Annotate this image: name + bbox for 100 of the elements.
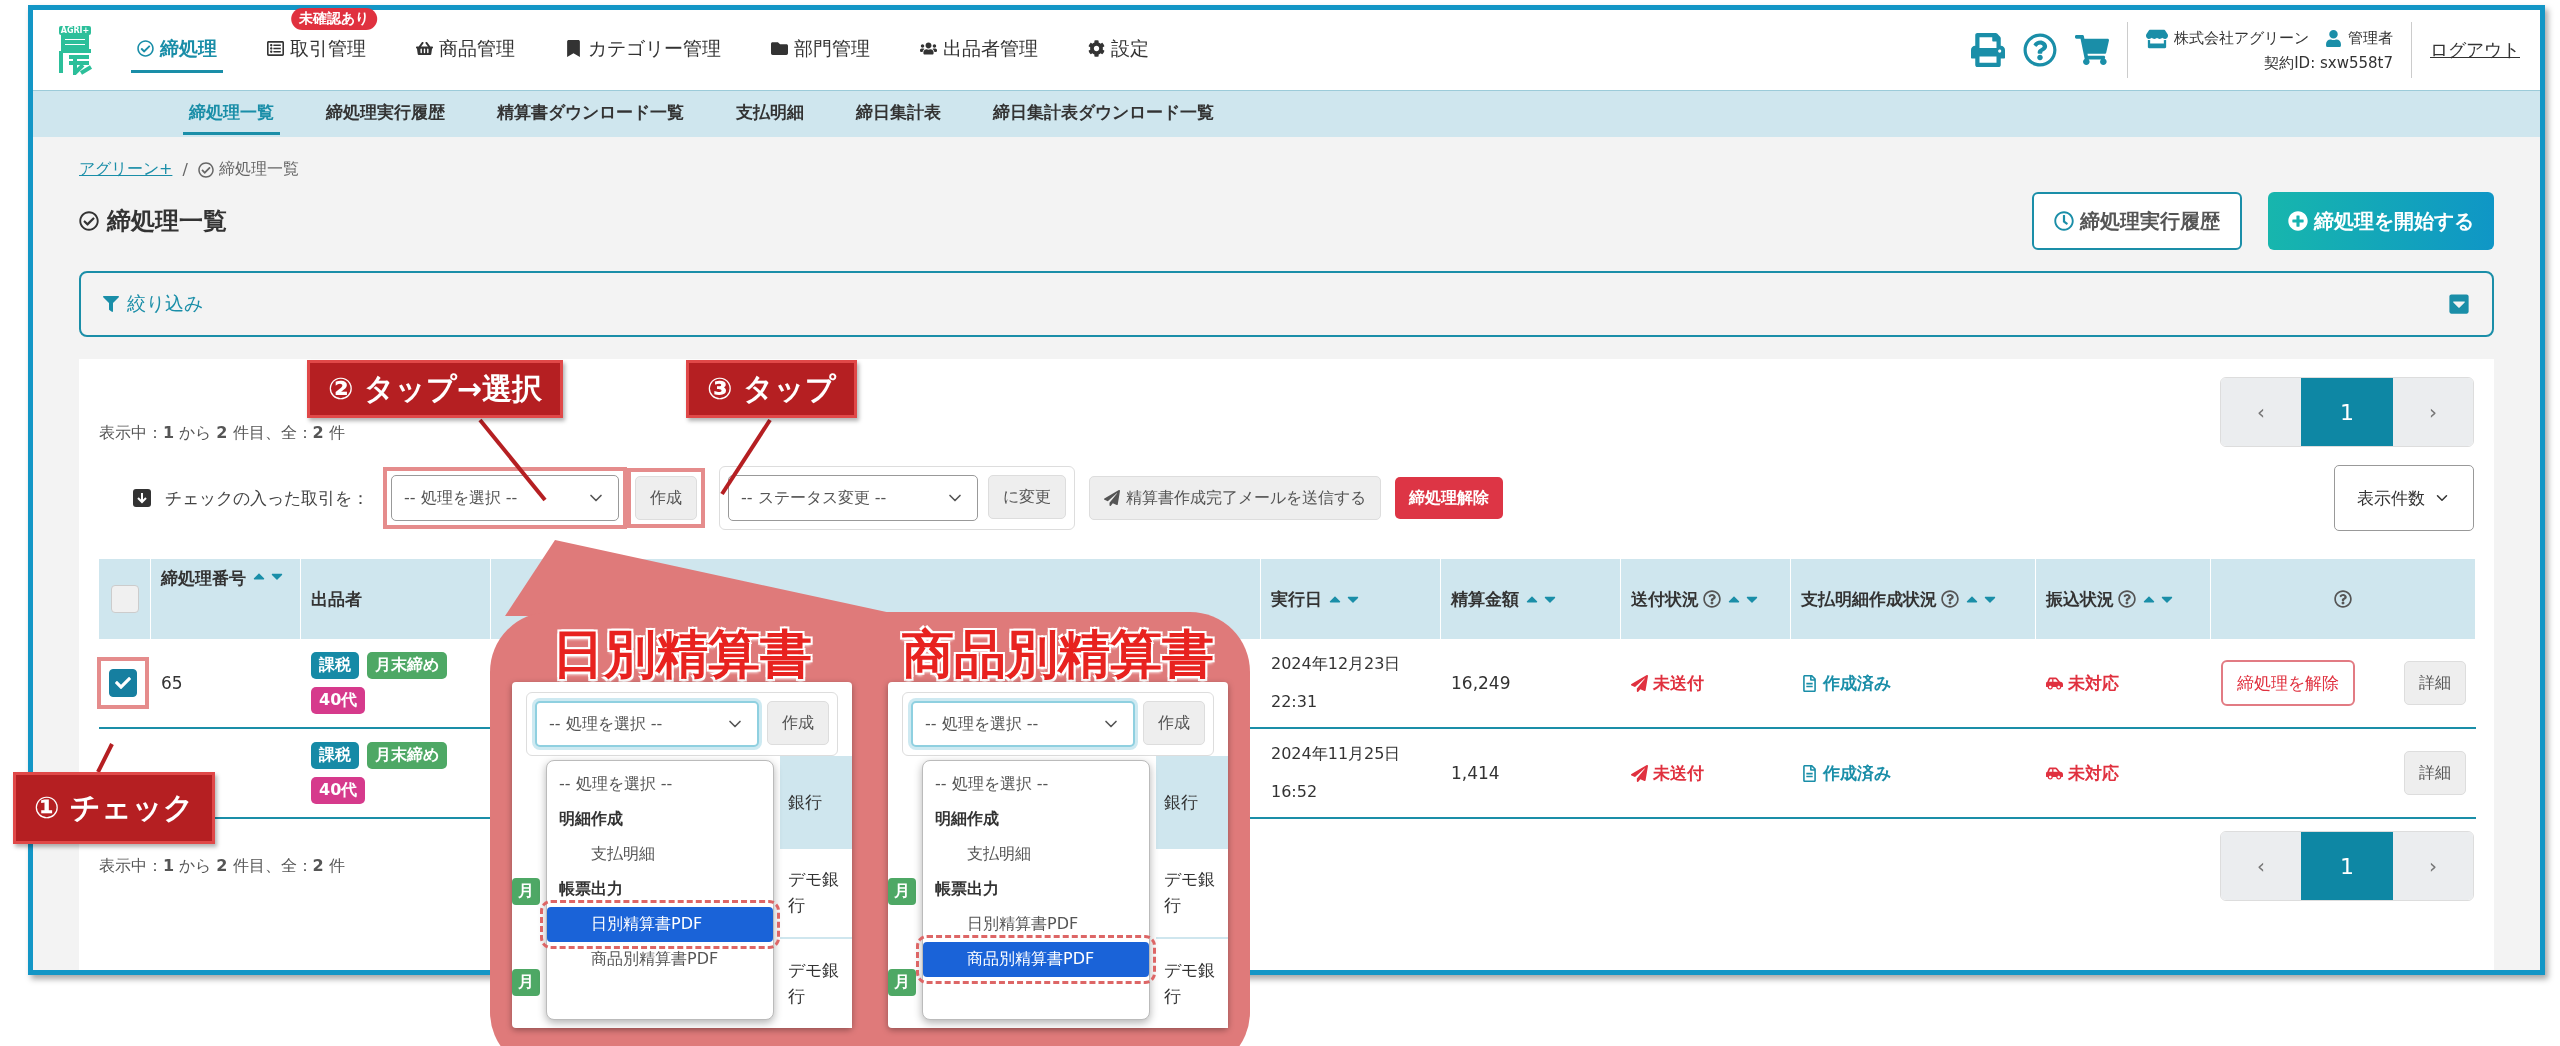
checkbox[interactable] (109, 669, 137, 697)
subnav-tab[interactable]: 締日集計表ダウンロード一覧 (987, 93, 1220, 135)
subnav-tab[interactable]: 締処理実行履歴 (320, 93, 451, 135)
option-group-label: 帳票出力 (558, 878, 624, 900)
page-title: 締処理一覧 (107, 206, 227, 237)
contract-id: 契約ID: sxw558t7 (2264, 53, 2393, 73)
per-page-select[interactable]: 表示件数 (2334, 465, 2474, 531)
apply-button[interactable]: に変更 (988, 475, 1066, 519)
page-button[interactable]: 1 (2301, 832, 2393, 900)
transfer-status: 未対応 (2046, 671, 2119, 695)
bookmark-icon (565, 40, 582, 57)
range-text: 表示中：1 から 2 件目、全：2 件 (99, 856, 345, 876)
detail-button[interactable]: 詳細 (2404, 751, 2466, 795)
prev-page-button[interactable]: ‹ (2221, 378, 2301, 446)
subnav-tab[interactable]: 締日集計表 (850, 93, 947, 135)
file-icon (1801, 764, 1818, 782)
process-select[interactable]: -- 処理を選択 -- (535, 701, 759, 747)
nav-tab[interactable]: カテゴリー管理 (559, 27, 727, 73)
subnav-tab[interactable]: 精算書ダウンロード一覧 (491, 93, 690, 135)
bulk-action-label: チェックの入った取引を： (165, 486, 369, 510)
table-cell: 16,249 (1451, 673, 1511, 693)
step-label: ③ タップ (686, 360, 857, 418)
dropdown-option[interactable]: 支払明細 (923, 837, 1149, 872)
next-page-button[interactable]: › (2393, 378, 2473, 446)
checkbox[interactable] (110, 585, 139, 613)
cancel-closing-button[interactable]: 締処理解除 (1395, 477, 1503, 519)
detail-button[interactable]: 詳細 (2404, 661, 2466, 705)
create-button[interactable]: 作成 (1143, 701, 1205, 745)
tag: 課税 (311, 652, 359, 679)
next-page-button[interactable]: › (2393, 832, 2473, 900)
status-select[interactable]: -- ステータス変更 -- (728, 475, 978, 521)
logout-link[interactable]: ログアウト (2430, 38, 2520, 62)
user-icon (2325, 30, 2342, 47)
dropdown-option[interactable]: -- 処理を選択 -- (923, 767, 1149, 802)
option-group-label: 明細作成 (558, 808, 624, 830)
expand-icon[interactable] (2448, 293, 2470, 315)
tag: 40代 (311, 687, 366, 714)
help-icon[interactable] (1941, 590, 1959, 608)
subnav-tab[interactable]: 支払明細 (730, 93, 810, 135)
breadcrumb-current: 締処理一覧 (218, 159, 299, 180)
help-icon[interactable] (2023, 33, 2057, 67)
send-status: 未送付 (1631, 761, 1704, 785)
send-status: 未送付 (1631, 671, 1704, 695)
table-cell: 銀行 (1156, 756, 1228, 847)
print-icon[interactable] (1971, 33, 2005, 67)
column-label: 支払明細作成状況 (1801, 587, 1937, 611)
callout-title: 商品別精算書 (902, 623, 1214, 682)
settings-icon (1088, 40, 1105, 57)
table-cell-text: 2024年11月25日 (1271, 743, 1401, 765)
clock-icon (2054, 211, 2074, 231)
nav-tab[interactable]: 設定 (1082, 27, 1155, 73)
table-cell: 65 (161, 673, 183, 693)
process-select[interactable]: -- 処理を選択 -- (911, 701, 1135, 747)
step-label: ② タップ→選択 (307, 360, 563, 418)
range-text: 表示中：1 から 2 件目、全：2 件 (99, 423, 345, 443)
users-icon (920, 40, 937, 57)
nav-tab[interactable]: 取引管理 (261, 27, 372, 73)
history-button[interactable]: 締処理実行履歴 (2032, 192, 2242, 250)
cart-icon[interactable] (2075, 33, 2109, 67)
tag: 月末締め (367, 742, 447, 769)
prev-page-button[interactable]: ‹ (2221, 832, 2301, 900)
column-label: 締処理番号 (161, 567, 246, 590)
filter-toggle[interactable]: 絞り込み (103, 291, 203, 317)
cancel-closing-button[interactable]: 締処理を解除 (2221, 660, 2355, 706)
process-select[interactable]: -- 処理を選択 -- (391, 475, 619, 521)
column-label: 実行日 (1271, 587, 1322, 611)
table-cell: デモ銀行 (780, 937, 852, 1028)
dropdown-option[interactable]: 支払明細 (547, 837, 773, 872)
select-value: -- 処理を選択 -- (404, 487, 518, 509)
create-button[interactable]: 作成 (635, 476, 697, 520)
tag: 月 (512, 878, 540, 906)
tag: 月 (888, 969, 916, 997)
table-cell-text: 16:52 (1271, 781, 1318, 803)
dropdown-option[interactable]: -- 処理を選択 -- (547, 767, 773, 802)
help-icon[interactable] (1703, 590, 1721, 608)
page-button[interactable]: 1 (2301, 378, 2393, 446)
company-name: 株式会社アグリーン (2174, 29, 2309, 48)
select-value: -- 処理を選択 -- (925, 713, 1039, 735)
list-icon (267, 40, 284, 57)
help-icon[interactable] (2118, 590, 2136, 608)
select-value: -- ステータス変更 -- (741, 487, 887, 509)
check-icon (115, 675, 131, 691)
breadcrumb-link[interactable]: アグリーン+ (79, 159, 173, 180)
help-icon[interactable] (2334, 590, 2352, 608)
paper-plane-icon (1631, 764, 1648, 782)
filter-icon (103, 296, 119, 312)
table-cell: デモ銀行 (1156, 846, 1228, 938)
store-icon (2146, 27, 2168, 50)
nav-tab[interactable]: 出品者管理 (914, 27, 1044, 73)
send-mail-button[interactable]: 精算書作成完了メールを送信する (1089, 476, 1381, 520)
create-button[interactable]: 作成 (767, 701, 829, 745)
nav-tab[interactable]: 部門管理 (765, 27, 876, 73)
dropdown-option[interactable]: 日別精算書PDF (923, 907, 1149, 942)
table-cell: 銀行 (780, 756, 852, 847)
tag: 40代 (311, 777, 366, 804)
nav-tab[interactable]: 商品管理 (410, 27, 521, 73)
column-label: 出品者 (311, 587, 362, 611)
nav-tab[interactable]: 締処理 (131, 27, 223, 73)
column-label: 精算金額 (1451, 587, 1519, 611)
dropdown-option[interactable]: 商品別精算書PDF (547, 942, 773, 977)
